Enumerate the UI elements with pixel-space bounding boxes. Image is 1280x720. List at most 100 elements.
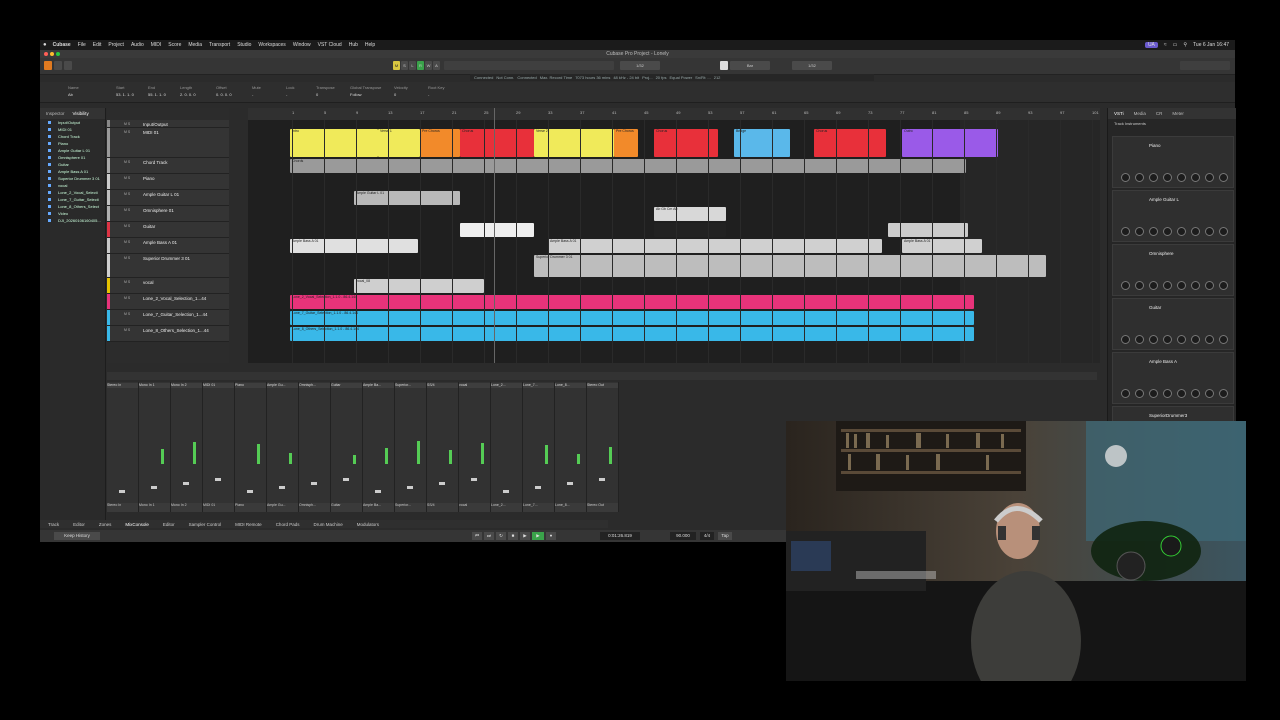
mute-solo-icons[interactable]: M S (124, 240, 130, 244)
track-name[interactable]: Guitar (143, 224, 155, 229)
visibility-item[interactable]: Piano (40, 140, 105, 147)
info-value-offset[interactable]: 0. 0. 0. 0 (216, 92, 232, 97)
visibility-item[interactable]: MIDI 01 (40, 126, 105, 133)
menu-vst-cloud[interactable]: VST Cloud (318, 42, 342, 48)
visibility-item[interactable]: Video (40, 210, 105, 217)
keep-history-select[interactable]: Keep History (54, 532, 100, 540)
minimize-icon[interactable] (50, 52, 54, 56)
mixer-channel[interactable]: MIDI 01 MIDI 01 (203, 382, 235, 512)
track-name[interactable]: Ample Bass A 01 (143, 240, 177, 245)
checkbox-icon[interactable] (48, 135, 51, 138)
visibility-item[interactable]: Guitar (40, 161, 105, 168)
vocal-clip[interactable]: vocal_08 (354, 279, 484, 293)
quick-control-knob[interactable] (1135, 227, 1144, 236)
checkbox-icon[interactable] (48, 191, 51, 194)
mute-solo-icons[interactable]: M S (124, 130, 130, 134)
quick-control-knob[interactable] (1177, 389, 1186, 398)
volume-fader[interactable] (343, 478, 349, 481)
info-value-end[interactable]: 55. 1. 1. 0 (148, 92, 166, 97)
tab-mixconsole[interactable]: MixConsole (125, 522, 149, 527)
quick-control-knob[interactable] (1121, 281, 1130, 290)
arranger-section[interactable]: Verse 1 (378, 129, 420, 157)
menu-file[interactable]: File (78, 42, 86, 48)
guitar-clip[interactable] (460, 223, 534, 237)
mixer-channel[interactable]: Lone_7... Lone_7... (523, 382, 555, 512)
arranger-section[interactable]: Bridge (734, 129, 790, 157)
tab-inspector[interactable]: Inspector (46, 111, 65, 116)
info-value-start[interactable]: 53. 1. 1. 0 (116, 92, 134, 97)
tab-sampler-control[interactable]: Sampler Control (189, 522, 222, 527)
battery-icon[interactable]: ▭ (1173, 42, 1178, 48)
checkbox-icon[interactable] (48, 177, 51, 180)
mute-solo-icons[interactable]: M S (124, 122, 130, 126)
chord-track-events[interactable]: Chords (290, 159, 966, 173)
mixer-channel[interactable]: Stereo In Stereo In (107, 382, 139, 512)
mute-solo-icons[interactable]: M S (124, 192, 130, 196)
arranger-section[interactable]: Verse 2 (534, 129, 614, 157)
checkbox-icon[interactable] (48, 121, 51, 124)
volume-fader[interactable] (471, 478, 477, 481)
volume-fader[interactable] (151, 486, 157, 489)
tool-buttons[interactable] (444, 61, 614, 70)
checkbox-icon[interactable] (48, 163, 51, 166)
quick-control-knob[interactable] (1177, 227, 1186, 236)
tab-lower-editor[interactable]: Editor (163, 522, 175, 527)
checkbox-icon[interactable] (48, 184, 51, 187)
volume-fader[interactable] (375, 490, 381, 493)
visibility-item[interactable]: Ample Guitar L 01 (40, 147, 105, 154)
tempo-display[interactable]: 90.000 (670, 532, 696, 540)
track-row[interactable]: M S Lone_2_Vocal_Selection_1...44 (107, 294, 229, 310)
quick-control-knob[interactable] (1191, 335, 1200, 344)
mixer-channel[interactable]: Lone_8... Lone_8... (555, 382, 587, 512)
menu-studio[interactable]: Studio (237, 42, 251, 48)
close-icon[interactable] (44, 52, 48, 56)
mute-solo-icons[interactable]: M S (124, 280, 130, 284)
track-row[interactable]: M S vocal (107, 278, 229, 294)
mixer-channel[interactable]: Superior... Superior... (395, 382, 427, 512)
mixer-channel[interactable]: Stereo Out Stereo Out (587, 382, 619, 512)
mixer-channel[interactable]: Omnisph... Omnisph... (299, 382, 331, 512)
tab-vsti[interactable]: VSTi (1114, 111, 1124, 116)
quick-control-knob[interactable] (1205, 389, 1214, 398)
quick-control-knob[interactable] (1121, 173, 1130, 182)
mixer-channel[interactable]: Ample Gu... Ample Gu... (267, 382, 299, 512)
quick-control-knob[interactable] (1191, 227, 1200, 236)
quick-control-knob[interactable] (1135, 281, 1144, 290)
visibility-item[interactable]: Input/Output (40, 119, 105, 126)
volume-fader[interactable] (311, 482, 317, 485)
menu-app[interactable]: Cubase (53, 42, 71, 48)
menu-transport[interactable]: Transport (209, 42, 230, 48)
mixer-channel[interactable]: Ample Ba... Ample Ba... (363, 382, 395, 512)
quantize-select[interactable]: 1/32 (620, 61, 660, 70)
ample-bass-clip[interactable]: Ample Bass A 01 (548, 239, 882, 253)
tab-track[interactable]: Track (48, 522, 59, 527)
checkbox-icon[interactable] (48, 212, 51, 215)
mute-solo-icons[interactable]: M S (124, 224, 130, 228)
quick-control-knob[interactable] (1219, 227, 1228, 236)
track-name[interactable]: Lone_7_Guitar_Selection_1...44 (143, 312, 208, 317)
menu-midi[interactable]: MIDI (151, 42, 162, 48)
volume-fader[interactable] (439, 482, 445, 485)
menu-window[interactable]: Window (293, 42, 311, 48)
visibility-item[interactable]: Ample Bass A 01 (40, 168, 105, 175)
info-value-velocity[interactable]: 0 (394, 92, 396, 97)
track-row[interactable]: M S Input/Output (107, 120, 229, 128)
visibility-item[interactable]: Omnisphere 01 (40, 154, 105, 161)
volume-fader[interactable] (599, 478, 605, 481)
tap-tempo-button[interactable]: Tap (718, 532, 732, 540)
volume-fader[interactable] (503, 490, 509, 493)
arranger-section[interactable]: Pre Chorus (420, 129, 460, 157)
track-row[interactable]: M S Omnisphere 01 (107, 206, 229, 222)
quick-control-knob[interactable] (1149, 227, 1158, 236)
track-row[interactable]: M S Ample Guitar L 01 (107, 190, 229, 206)
tab-editor[interactable]: Editor (73, 522, 85, 527)
vsti-slot[interactable]: Guitar (1112, 298, 1234, 350)
mixer-channel[interactable]: Mono In 2 Mono In 2 (171, 382, 203, 512)
menubar-clock[interactable]: Tue 6 Jan 16:47 (1193, 42, 1229, 48)
volume-fader[interactable] (279, 486, 285, 489)
zone-layout-buttons[interactable] (1180, 61, 1230, 70)
quick-control-knob[interactable] (1163, 227, 1172, 236)
tab-media[interactable]: Media (1134, 111, 1146, 116)
quick-control-knob[interactable] (1205, 281, 1214, 290)
track-row[interactable]: M S Guitar (107, 222, 229, 238)
